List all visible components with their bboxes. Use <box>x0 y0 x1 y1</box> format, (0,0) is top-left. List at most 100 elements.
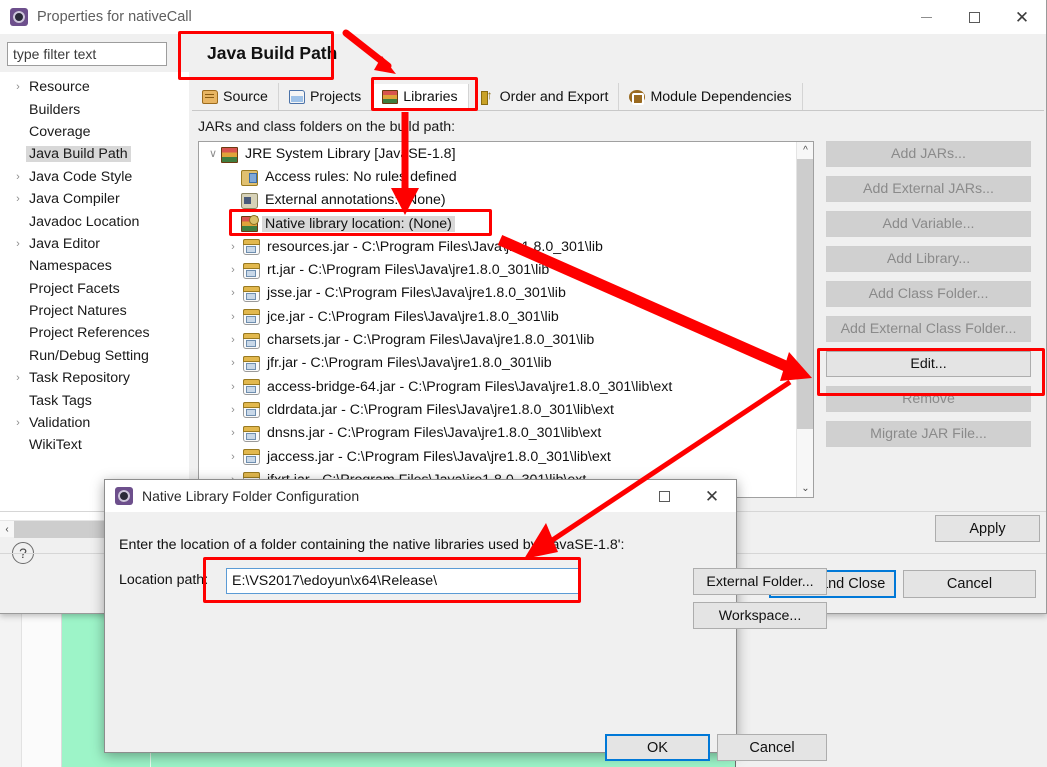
chevron-right-icon[interactable]: › <box>10 372 26 384</box>
cancel-button[interactable]: Cancel <box>903 570 1036 598</box>
chevron-right-icon[interactable]: › <box>10 417 26 429</box>
sidebar-item-wikitext[interactable]: WikiText <box>0 434 189 456</box>
page-content: Java Build Path Source Projects Libraries O… <box>190 36 1046 511</box>
workspace-button[interactable]: Workspace... <box>693 602 827 629</box>
apply-button[interactable]: Apply <box>935 515 1040 542</box>
chevron-right-icon[interactable]: › <box>225 427 241 439</box>
tree-row-label: rt.jar - C:\Program Files\Java\jre1.8.0_… <box>267 262 550 279</box>
tree-row[interactable]: › jaccess.jar - C:\Program Files\Java\jre… <box>199 445 813 468</box>
tree-row[interactable]: › resources.jar - C:\Program Files\Java\j… <box>199 235 813 258</box>
sidebar-item-label: Java Editor <box>29 235 100 252</box>
tree-row[interactable]: External annotations: (None) <box>199 189 813 212</box>
edit-button[interactable]: Edit... <box>826 351 1031 377</box>
tree-row[interactable]: › rt.jar - C:\Program Files\Java\jre1.8.0… <box>199 258 813 281</box>
sidebar-item-builders[interactable]: Builders <box>0 98 189 120</box>
tree-row[interactable]: › jfr.jar - C:\Program Files\Java\jre1.8.… <box>199 352 813 375</box>
build-path-tree-rows: ∨ JRE System Library [JavaSE-1.8] Access r… <box>199 142 813 491</box>
sidebar-item-validation[interactable]: › Validation <box>0 412 189 434</box>
build-path-tree[interactable]: ∨ JRE System Library [JavaSE-1.8] Access r… <box>198 141 814 498</box>
chevron-right-icon[interactable]: › <box>10 81 26 93</box>
sidebar-item-java-compiler[interactable]: › Java Compiler <box>0 188 189 210</box>
chevron-right-icon[interactable]: › <box>225 311 241 323</box>
window-titlebar: Properties for nativeCall ✕ <box>0 0 1046 34</box>
tab-order-and-export[interactable]: Order and Export <box>468 83 620 110</box>
jar-icon <box>243 262 260 279</box>
chevron-right-icon[interactable]: › <box>225 381 241 393</box>
chevron-right-icon[interactable]: › <box>10 171 26 183</box>
sidebar-item-project-facets[interactable]: Project Facets <box>0 278 189 300</box>
scroll-up-icon[interactable]: ^ <box>797 142 813 159</box>
dialog-ok-button[interactable]: OK <box>605 734 710 761</box>
build-path-button-column: Add JARs... Add External JARs... Add Varia… <box>826 141 1031 456</box>
chevron-right-icon[interactable]: › <box>10 193 26 205</box>
tree-row[interactable]: ∨ JRE System Library [JavaSE-1.8] <box>199 142 813 165</box>
tree-row[interactable]: Access rules: No rules defined <box>199 165 813 188</box>
tree-row[interactable]: › charsets.jar - C:\Program Files\Java\jr… <box>199 328 813 351</box>
scroll-left-icon[interactable]: ‹ <box>0 521 14 538</box>
sidebar-item-javadoc-location[interactable]: Javadoc Location <box>0 210 189 232</box>
tree-row[interactable]: › access-bridge-64.jar - C:\Program Files… <box>199 375 813 398</box>
sidebar-item-task-tags[interactable]: Task Tags <box>0 389 189 411</box>
chevron-right-icon[interactable]: › <box>225 357 241 369</box>
filter-input[interactable]: type filter text <box>7 42 167 66</box>
tree-row[interactable]: › cldrdata.jar - C:\Program Files\Java\jr… <box>199 398 813 421</box>
maximize-button[interactable] <box>950 0 998 34</box>
sidebar-item-label: Validation <box>29 415 91 432</box>
sidebar-item-project-references[interactable]: Project References <box>0 322 189 344</box>
dialog-cancel-button[interactable]: Cancel <box>717 734 827 761</box>
sidebar-item-label: Java Code Style <box>29 168 133 185</box>
chevron-right-icon[interactable]: › <box>225 241 241 253</box>
dialog-window-controls: ✕ <box>640 479 736 513</box>
dialog-maximize-button[interactable] <box>640 479 688 513</box>
tree-row[interactable]: › dnsns.jar - C:\Program Files\Java\jre1.… <box>199 422 813 445</box>
tree-row[interactable]: › jce.jar - C:\Program Files\Java\jre1.8.… <box>199 305 813 328</box>
sidebar-item-coverage[interactable]: Coverage <box>0 121 189 143</box>
tree-row-label: jaccess.jar - C:\Program Files\Java\jre1… <box>267 448 611 465</box>
editor-line-number-gutter <box>0 608 22 767</box>
chevron-right-icon[interactable]: › <box>225 451 241 463</box>
tab-module-dependencies[interactable]: Module Dependencies <box>619 83 803 110</box>
scroll-down-icon[interactable]: ⌄ <box>797 480 813 497</box>
sidebar-item-run-debug-setting[interactable]: Run/Debug Setting <box>0 345 189 367</box>
jar-icon <box>243 309 260 326</box>
jar-icon <box>243 285 260 302</box>
close-button[interactable]: ✕ <box>998 0 1046 34</box>
build-path-vscrollbar[interactable]: ^ ⌄ <box>796 142 813 497</box>
tab-libraries[interactable]: Libraries <box>372 84 469 111</box>
tree-row-label: resources.jar - C:\Program Files\Java\jr… <box>267 238 603 255</box>
sidebar-item-java-code-style[interactable]: › Java Code Style <box>0 166 189 188</box>
sidebar-item-task-repository[interactable]: › Task Repository <box>0 367 189 389</box>
chevron-right-icon[interactable]: › <box>225 264 241 276</box>
tab-source[interactable]: Source <box>192 83 279 110</box>
settings-tree[interactable]: › Resource Builders Coverage Java Build Path… <box>0 72 189 520</box>
sidebar-item-namespaces[interactable]: Namespaces <box>0 255 189 277</box>
vscroll-thumb[interactable] <box>797 159 813 429</box>
sidebar-item-java-editor[interactable]: › Java Editor <box>0 233 189 255</box>
add-external-jars-button: Add External JARs... <box>826 176 1031 202</box>
chevron-down-icon[interactable]: ∨ <box>205 147 221 160</box>
sidebar-item-resource[interactable]: › Resource <box>0 76 189 98</box>
chevron-right-icon[interactable]: › <box>225 287 241 299</box>
dialog-prompt: Enter the location of a folder containin… <box>119 537 625 553</box>
jar-icon <box>243 449 260 465</box>
tab-projects[interactable]: Projects <box>278 83 373 110</box>
jar-icon <box>243 379 260 396</box>
chevron-right-icon[interactable]: › <box>10 238 26 250</box>
minimize-button[interactable] <box>902 0 950 34</box>
chevron-right-icon[interactable]: › <box>225 404 241 416</box>
jar-icon <box>243 239 260 256</box>
dialog-close-button[interactable]: ✕ <box>688 479 736 513</box>
tree-row-label: jce.jar - C:\Program Files\Java\jre1.8.0… <box>267 308 559 325</box>
sidebar-item-java-build-path[interactable]: Java Build Path <box>0 143 189 165</box>
dialog-title: Native Library Folder Configuration <box>142 488 360 504</box>
tree-row[interactable]: › jsse.jar - C:\Program Files\Java\jre1.8… <box>199 282 813 305</box>
external-folder-button[interactable]: External Folder... <box>693 568 827 595</box>
location-path-label: Location path: <box>119 572 209 588</box>
chevron-right-icon[interactable]: › <box>225 334 241 346</box>
libraries-books-icon <box>382 90 399 104</box>
library-icon <box>221 146 238 163</box>
sidebar-item-project-natures[interactable]: Project Natures <box>0 300 189 322</box>
location-path-input[interactable]: E:\VS2017\edoyun\x64\Release\ <box>226 568 581 594</box>
tree-row[interactable]: Native library location: (None) <box>199 212 813 235</box>
add-class-folder-button: Add Class Folder... <box>826 281 1031 307</box>
